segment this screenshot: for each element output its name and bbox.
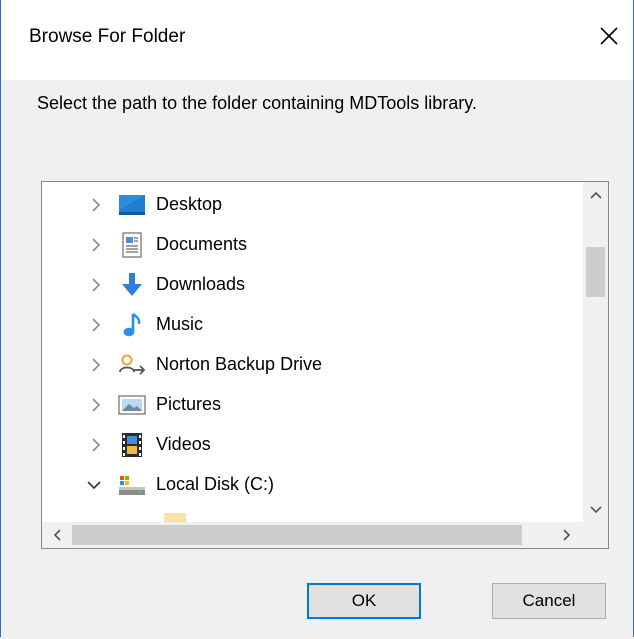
tree-item-desktop[interactable]: Desktop — [42, 185, 583, 225]
ok-button[interactable]: OK — [307, 583, 421, 619]
tree-item-videos[interactable]: Videos — [42, 425, 583, 465]
chevron-right-icon[interactable] — [86, 355, 106, 375]
chevron-right-icon[interactable] — [86, 195, 106, 215]
tree-item-label: Pictures — [156, 394, 222, 414]
vertical-scrollbar[interactable] — [583, 182, 608, 522]
downloads-icon — [118, 272, 146, 298]
tree-item-local-disk-c[interactable]: Local Disk (C:) — [42, 465, 583, 505]
browse-for-folder-dialog: Browse For Folder Select the path to the… — [0, 0, 634, 637]
tree-item-partial[interactable] — [42, 505, 583, 522]
title-bar[interactable]: Browse For Folder — [1, 0, 633, 80]
chevron-right-icon[interactable] — [86, 435, 106, 455]
videos-icon — [118, 432, 146, 458]
tree-item-label: Desktop — [156, 194, 223, 214]
scrollbar-corner — [583, 522, 608, 548]
tree-item-label: Documents — [156, 234, 248, 254]
chevron-right-icon[interactable] — [86, 315, 106, 335]
tree-item-label: Local Disk (C:) — [156, 474, 275, 494]
tree-item-norton-backup-drive[interactable]: Norton Backup Drive — [42, 345, 583, 385]
chevron-left-icon — [53, 528, 61, 541]
tree-item-label: Videos — [156, 434, 211, 454]
horizontal-scroll-thumb[interactable] — [72, 525, 522, 545]
music-icon — [118, 312, 146, 338]
close-button[interactable] — [591, 18, 627, 54]
chevron-right-icon[interactable] — [86, 395, 106, 415]
horizontal-scrollbar[interactable] — [42, 522, 583, 548]
scroll-right-button[interactable] — [554, 522, 579, 547]
tree-item-documents[interactable]: Documents — [42, 225, 583, 265]
tree-item-pictures[interactable]: Pictures — [42, 385, 583, 425]
chevron-right-icon[interactable] — [86, 235, 106, 255]
chevron-down-icon — [589, 505, 602, 513]
scroll-down-button[interactable] — [583, 497, 608, 522]
chevron-right-icon — [562, 528, 570, 541]
vertical-scroll-thumb[interactable] — [586, 247, 605, 297]
tree-item-label: Norton Backup Drive — [156, 354, 323, 374]
dialog-title: Browse For Folder — [29, 26, 186, 47]
folder-tree[interactable]: Desktop Documents Downloads Music Norton… — [41, 181, 609, 549]
folder-icon — [164, 513, 186, 522]
cancel-button[interactable]: Cancel — [492, 583, 606, 619]
scroll-left-button[interactable] — [44, 522, 69, 547]
tree-item-music[interactable]: Music — [42, 305, 583, 345]
pictures-icon — [118, 392, 146, 418]
chevron-right-icon[interactable] — [86, 275, 106, 295]
chevron-down-icon[interactable] — [84, 475, 104, 495]
close-icon — [600, 27, 618, 45]
documents-icon — [118, 232, 146, 258]
folder-tree-items: Desktop Documents Downloads Music Norton… — [42, 182, 583, 522]
norton-backup-drive-icon — [118, 352, 146, 378]
desktop-icon — [118, 192, 146, 218]
tree-item-downloads[interactable]: Downloads — [42, 265, 583, 305]
local-disk-icon — [118, 472, 146, 498]
scroll-up-button[interactable] — [583, 182, 608, 207]
chevron-up-icon — [589, 191, 602, 199]
tree-item-label: Music — [156, 314, 204, 334]
tree-item-label: Downloads — [156, 274, 246, 294]
instruction-text: Select the path to the folder containing… — [37, 93, 477, 113]
